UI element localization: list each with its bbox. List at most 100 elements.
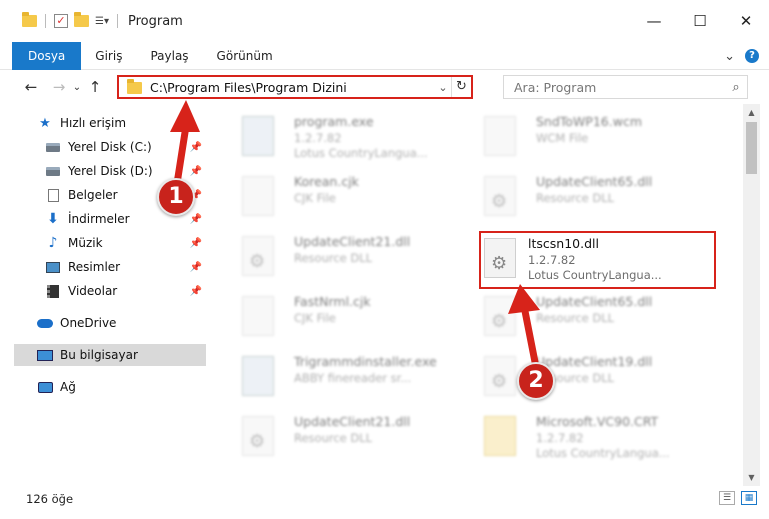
tab-gorunum[interactable]: Görünüm xyxy=(203,42,287,70)
file-item[interactable]: Korean.cjk CJK File xyxy=(224,166,464,222)
address-dropdown-chevron-icon[interactable]: ⌄ xyxy=(435,81,451,94)
file-detail: 1.2.7.82 xyxy=(536,431,584,445)
properties-icon[interactable]: ✓ xyxy=(54,14,68,28)
dll-file-icon xyxy=(484,356,516,396)
file-name: FastNrml.cjk xyxy=(294,294,371,309)
nav-item-music[interactable]: ♪ Müzik 📌 xyxy=(44,232,206,254)
status-bar: 126 öğe ☰ ▦ xyxy=(0,486,769,512)
pin-icon: 📌 xyxy=(189,165,202,177)
nav-item-network[interactable]: Ağ xyxy=(36,376,206,398)
file-item[interactable]: UpdateClient21.dll Resource DLL xyxy=(224,226,464,282)
maximize-button[interactable]: ☐ xyxy=(677,0,723,42)
nav-item-videos[interactable]: Videolar 📌 xyxy=(44,280,206,302)
title-bar: ✓ ☰▾ Program — ☐ ✕ xyxy=(0,0,769,42)
nav-item-local-disk-c[interactable]: Yerel Disk (C:) 📌 xyxy=(44,136,206,158)
forward-arrow-icon[interactable]: → xyxy=(48,78,70,96)
ribbon-tabs: Dosya Giriş Paylaş Görünüm ⌄ ? xyxy=(0,41,769,70)
view-toggle: ☰ ▦ xyxy=(719,491,757,505)
minimize-button[interactable]: — xyxy=(631,0,677,42)
pin-icon: 📌 xyxy=(189,141,202,153)
videos-icon xyxy=(47,284,59,298)
file-item[interactable]: UpdateClient65.dll Resource DLL xyxy=(466,286,706,342)
close-button[interactable]: ✕ xyxy=(723,0,769,42)
pin-icon: 📌 xyxy=(189,285,202,297)
file-icon xyxy=(242,296,274,336)
refresh-icon[interactable]: ↻ xyxy=(451,77,471,97)
file-detail: Resource DLL xyxy=(294,251,373,265)
scroll-down-icon[interactable]: ▼ xyxy=(743,469,760,486)
window-controls: — ☐ ✕ xyxy=(631,0,769,42)
address-row: ← → ⌄ ↑ C:\Program Files\Program Dizini … xyxy=(0,70,769,104)
file-detail: Lotus CountryLangua... xyxy=(536,446,670,460)
new-folder-icon[interactable] xyxy=(74,12,89,27)
file-detail: Resource DLL xyxy=(536,191,615,205)
pin-icon: 📌 xyxy=(189,213,202,225)
scroll-up-icon[interactable]: ▲ xyxy=(743,104,760,121)
file-detail: 1.2.7.82 xyxy=(294,131,342,145)
file-detail: CJK File xyxy=(294,311,336,325)
ribbon-controls: ⌄ ? xyxy=(724,42,759,70)
pin-icon: 📌 xyxy=(189,237,202,249)
file-detail: Resource DLL xyxy=(294,431,373,445)
file-detail: Resource DLL xyxy=(536,311,615,325)
nav-item-onedrive[interactable]: OneDrive xyxy=(36,312,206,334)
file-item[interactable]: SndToWP16.wcm WCM File xyxy=(466,106,706,162)
nav-item-pictures[interactable]: Resimler 📌 xyxy=(44,256,206,278)
file-detail: CJK File xyxy=(294,191,336,205)
file-explorer-window: ✓ ☰▾ Program — ☐ ✕ Dosya Giriş Paylaş Gö… xyxy=(0,0,769,519)
nav-item-label: Resimler xyxy=(68,260,121,274)
item-count: 126 öğe xyxy=(26,492,74,506)
file-item[interactable]: UpdateClient21.dll Resource DLL xyxy=(224,406,464,462)
file-item[interactable]: UpdateClient65.dll Resource DLL xyxy=(466,166,706,222)
quick-access-toolbar: ✓ ☰▾ xyxy=(0,12,120,28)
file-name: SndToWP16.wcm xyxy=(536,114,642,129)
file-name: Microsoft.VC90.CRT xyxy=(536,414,659,429)
annotation-badge-2: 2 xyxy=(517,362,555,400)
address-path[interactable]: C:\Program Files\Program Dizini xyxy=(150,80,435,95)
large-icons-view-icon[interactable]: ▦ xyxy=(741,491,757,505)
exe-file-icon xyxy=(242,116,274,156)
back-arrow-icon[interactable]: ← xyxy=(20,78,42,96)
file-item[interactable]: UpdateClient19.dll Resource DLL xyxy=(466,346,706,402)
nav-item-label: İndirmeler xyxy=(68,212,130,226)
toolbar-divider xyxy=(116,14,118,28)
customize-toolbar-icon[interactable]: ☰▾ xyxy=(95,16,109,27)
file-item[interactable]: FastNrml.cjk CJK File xyxy=(224,286,464,342)
file-item[interactable]: program.exe 1.2.7.82 Lotus CountryLangua… xyxy=(224,106,464,162)
annotation-badge-1: 1 xyxy=(157,178,195,216)
documents-icon xyxy=(47,188,59,202)
address-bar[interactable]: C:\Program Files\Program Dizini ⌄ ↻ xyxy=(117,75,473,99)
navigation-pane: ★ Hızlı erişim Yerel Disk (C:) 📌 Yerel D… xyxy=(0,108,212,486)
folder-icon xyxy=(127,79,142,94)
search-icon[interactable]: ⌕ xyxy=(725,80,747,95)
nav-item-label: Belgeler xyxy=(68,188,118,202)
expand-ribbon-icon[interactable]: ⌄ xyxy=(724,49,735,64)
file-name: Trigrammdinstaller.exe xyxy=(294,354,437,369)
nav-item-label: OneDrive xyxy=(60,316,117,330)
nav-item-this-pc[interactable]: Bu bilgisayar xyxy=(14,344,206,366)
tab-giris[interactable]: Giriş xyxy=(81,42,136,70)
file-name: UpdateClient21.dll xyxy=(294,234,411,249)
scroll-thumb[interactable] xyxy=(746,122,757,174)
file-name: program.exe xyxy=(294,114,374,129)
toolbar-divider xyxy=(45,14,46,28)
file-item[interactable]: Trigrammdinstaller.exe ABBY finereader s… xyxy=(224,346,464,402)
file-name: UpdateClient19.dll xyxy=(536,354,653,369)
network-icon xyxy=(37,381,53,393)
nav-item-label: Hızlı erişim xyxy=(60,116,127,130)
dll-file-icon xyxy=(484,176,516,216)
vertical-scrollbar[interactable]: ▲ ▼ xyxy=(743,104,760,486)
window-title: Program xyxy=(127,13,183,29)
recent-locations-chevron-icon[interactable]: ⌄ xyxy=(70,82,84,93)
nav-item-label: Müzik xyxy=(68,236,103,250)
file-icon xyxy=(242,176,274,216)
details-view-icon[interactable]: ☰ xyxy=(719,491,735,505)
tab-dosya[interactable]: Dosya xyxy=(12,41,82,70)
file-detail: ABBY finereader sr... xyxy=(294,371,412,385)
help-icon[interactable]: ? xyxy=(745,49,759,63)
search-input[interactable]: Ara: Program ⌕ xyxy=(503,75,748,99)
up-arrow-icon[interactable]: ↑ xyxy=(84,78,106,96)
file-item[interactable]: Microsoft.VC90.CRT 1.2.7.82 Lotus Countr… xyxy=(466,406,706,462)
file-list: program.exe 1.2.7.82 Lotus CountryLangua… xyxy=(212,104,743,486)
tab-paylas[interactable]: Paylaş xyxy=(136,42,202,70)
